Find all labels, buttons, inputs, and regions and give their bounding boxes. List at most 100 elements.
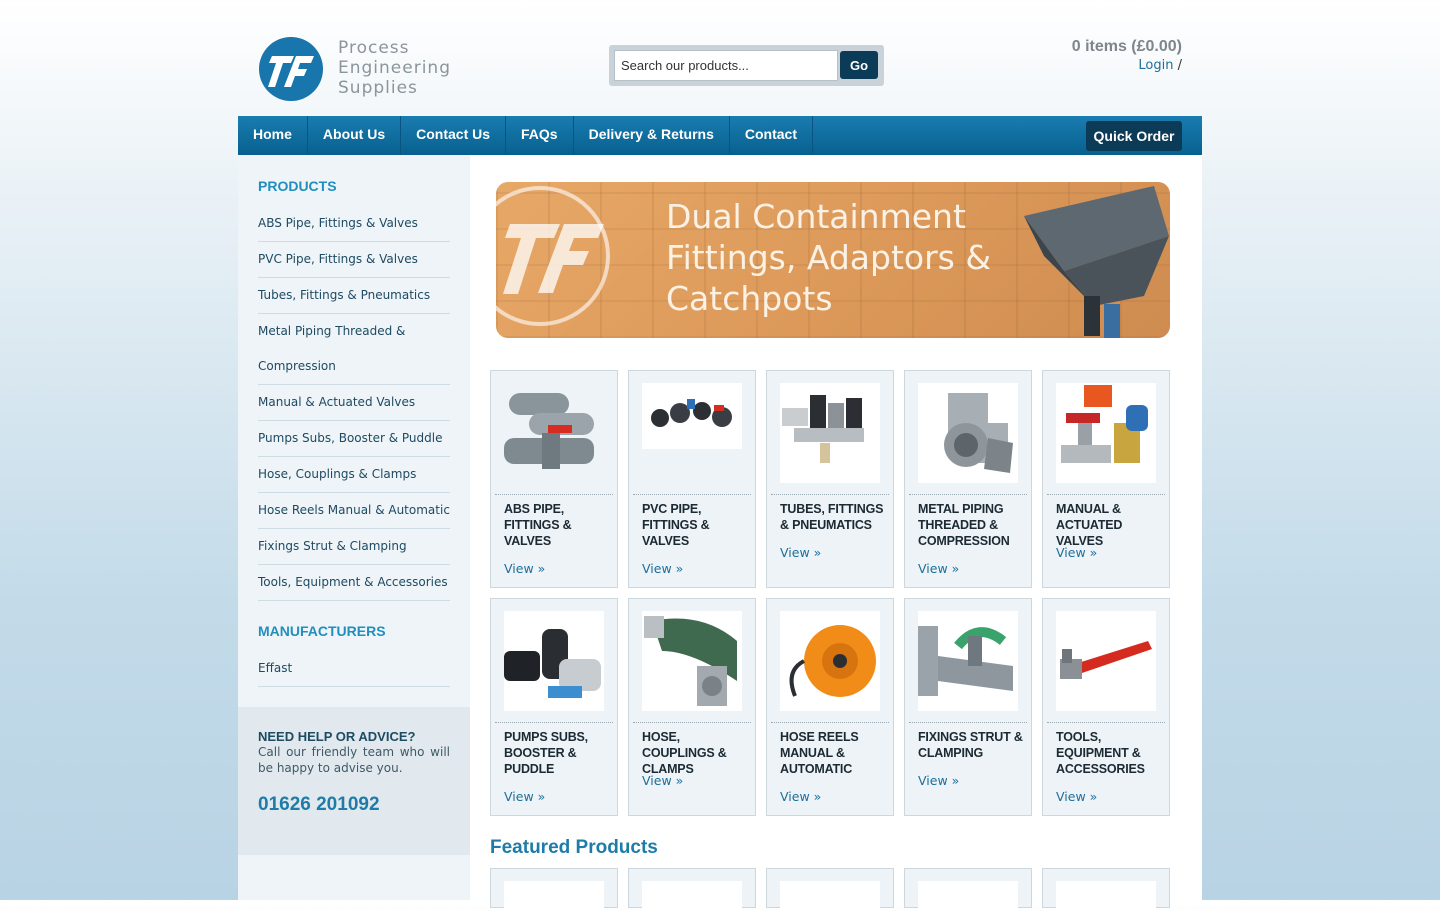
help-phone[interactable]: 01626 201092 — [258, 794, 450, 816]
page-wrapper: Process Engineering Supplies Go 0 items … — [238, 0, 1202, 911]
nav-contact-us[interactable]: Contact Us — [401, 116, 507, 155]
category-title[interactable]: PVC Pipe, Fittings & Valves — [642, 501, 754, 549]
card-divider — [495, 722, 613, 723]
featured-thumb — [504, 881, 604, 911]
banner-line: Dual Containment — [666, 197, 966, 236]
category-card[interactable]: Fixings Strut & Clamping View » — [904, 598, 1032, 816]
category-card[interactable]: Hose, Couplings & Clamps View » — [628, 598, 756, 816]
category-title[interactable]: Pumps Subs, Booster & Puddle — [504, 729, 616, 777]
cart-items-link[interactable]: 0 items (£0.00) — [1072, 38, 1182, 56]
hose-reel-icon — [780, 611, 880, 711]
abs-pipe-icon — [504, 393, 594, 469]
cart-summary: 0 items (£0.00) Login / — [1072, 38, 1182, 73]
featured-thumb — [1056, 881, 1156, 911]
category-card[interactable]: Tools, Equipment & Accessories View » — [1042, 598, 1170, 816]
featured-product-card[interactable] — [628, 868, 756, 911]
login-link[interactable]: Login — [1138, 58, 1173, 73]
search-input[interactable] — [614, 50, 838, 81]
category-title[interactable]: Hose Reels Manual & Automatic — [780, 729, 892, 777]
hose-icon — [642, 611, 742, 711]
category-card[interactable]: Metal Piping Threaded & Compression View… — [904, 370, 1032, 588]
featured-thumb — [780, 881, 880, 911]
card-divider — [771, 494, 889, 495]
valve-icon — [1056, 383, 1156, 483]
sidebar-item-abs[interactable]: ABS Pipe, Fittings & Valves — [258, 206, 450, 242]
tf-logo-icon — [259, 37, 323, 101]
category-title[interactable]: ABS Pipe, Fittings & Valves — [504, 501, 616, 549]
sidebar: PRODUCTS ABS Pipe, Fittings & Valves PVC… — [238, 155, 470, 900]
view-link[interactable]: View » — [918, 561, 959, 576]
strut-icon — [918, 611, 1018, 711]
sidebar-item-effast[interactable]: Effast — [258, 651, 450, 687]
view-link[interactable]: View » — [642, 561, 683, 576]
view-link[interactable]: View » — [642, 773, 683, 788]
featured-heading: Featured Products — [490, 837, 658, 858]
products-list: ABS Pipe, Fittings & Valves PVC Pipe, Fi… — [258, 206, 450, 601]
card-divider — [771, 722, 889, 723]
view-link[interactable]: View » — [1056, 545, 1097, 560]
category-card[interactable]: Manual & Actuated Valves View » — [1042, 370, 1170, 588]
nav-about-us[interactable]: About Us — [308, 116, 402, 155]
logo-line: Engineering — [338, 58, 451, 78]
pneumatics-icon — [780, 383, 880, 483]
banner-line: Fittings, Adaptors & — [666, 238, 992, 277]
quick-order-button[interactable]: Quick Order — [1086, 121, 1182, 151]
nav-contact[interactable]: Contact — [730, 116, 814, 155]
help-panel: NEED HELP OR ADVICE? Call our friendly t… — [238, 707, 470, 855]
view-link[interactable]: View » — [780, 789, 821, 804]
view-link[interactable]: View » — [1056, 789, 1097, 804]
nav-delivery-returns[interactable]: Delivery & Returns — [574, 116, 730, 155]
featured-product-card[interactable] — [766, 868, 894, 911]
site-logo[interactable]: Process Engineering Supplies — [258, 36, 498, 102]
featured-product-card[interactable] — [904, 868, 1032, 911]
category-title[interactable]: Tools, Equipment & Accessories — [1056, 729, 1168, 777]
promo-banner[interactable]: Dual Containment Fittings, Adaptors & Ca… — [496, 182, 1170, 338]
login-separator: / — [1177, 58, 1182, 73]
sidebar-item-metal-piping[interactable]: Metal Piping Threaded & Compression — [258, 314, 450, 385]
pump-icon — [504, 611, 604, 711]
sidebar-item-pumps[interactable]: Pumps Subs, Booster & Puddle — [258, 421, 450, 457]
featured-product-card[interactable] — [490, 868, 618, 911]
products-heading: PRODUCTS — [258, 178, 337, 194]
sidebar-item-pvc[interactable]: PVC Pipe, Fittings & Valves — [258, 242, 450, 278]
wrench-icon — [1056, 611, 1156, 711]
main-content: Dual Containment Fittings, Adaptors & Ca… — [470, 155, 1202, 911]
logo-line: Supplies — [338, 78, 418, 98]
nav-faqs[interactable]: FAQs — [506, 116, 574, 155]
category-card[interactable]: Tubes, Fittings & Pneumatics View » — [766, 370, 894, 588]
category-card[interactable]: ABS Pipe, Fittings & Valves View » — [490, 370, 618, 588]
category-title[interactable]: Tubes, Fittings & Pneumatics — [780, 501, 892, 533]
view-link[interactable]: View » — [780, 545, 821, 560]
category-card[interactable]: Hose Reels Manual & Automatic View » — [766, 598, 894, 816]
category-title[interactable]: Hose, Couplings & Clamps — [642, 729, 754, 777]
logo-wordmark: Process Engineering Supplies — [338, 38, 451, 98]
sidebar-item-valves[interactable]: Manual & Actuated Valves — [258, 385, 450, 421]
pvc-fittings-icon — [642, 383, 742, 449]
category-title[interactable]: Fixings Strut & Clamping — [918, 729, 1030, 761]
search-go-button[interactable]: Go — [840, 51, 878, 79]
category-card[interactable]: Pumps Subs, Booster & Puddle View » — [490, 598, 618, 816]
category-card[interactable]: PVC Pipe, Fittings & Valves View » — [628, 370, 756, 588]
sidebar-item-hose-reels[interactable]: Hose Reels Manual & Automatic — [258, 493, 450, 529]
catchpot-icon — [1024, 186, 1169, 338]
category-title[interactable]: Manual & Actuated Valves — [1056, 501, 1168, 549]
sidebar-item-tools[interactable]: Tools, Equipment & Accessories — [258, 565, 450, 601]
view-link[interactable]: View » — [504, 561, 545, 576]
banner-tf-logo-icon — [496, 186, 610, 326]
sidebar-item-tubes[interactable]: Tubes, Fittings & Pneumatics — [258, 278, 450, 314]
view-link[interactable]: View » — [918, 773, 959, 788]
view-link[interactable]: View » — [504, 789, 545, 804]
category-title[interactable]: Metal Piping Threaded & Compression — [918, 501, 1030, 549]
featured-thumb — [642, 881, 742, 911]
nav-home[interactable]: Home — [238, 116, 308, 155]
sidebar-item-hose[interactable]: Hose, Couplings & Clamps — [258, 457, 450, 493]
card-divider — [909, 722, 1027, 723]
featured-product-card[interactable] — [1042, 868, 1170, 911]
manufacturers-heading: MANUFACTURERS — [258, 623, 386, 639]
featured-thumb — [918, 881, 1018, 911]
sidebar-item-fixings[interactable]: Fixings Strut & Clamping — [258, 529, 450, 565]
card-divider — [1047, 494, 1165, 495]
card-divider — [495, 494, 613, 495]
help-title: NEED HELP OR ADVICE? — [258, 729, 416, 744]
metal-fitting-icon — [918, 383, 1018, 483]
